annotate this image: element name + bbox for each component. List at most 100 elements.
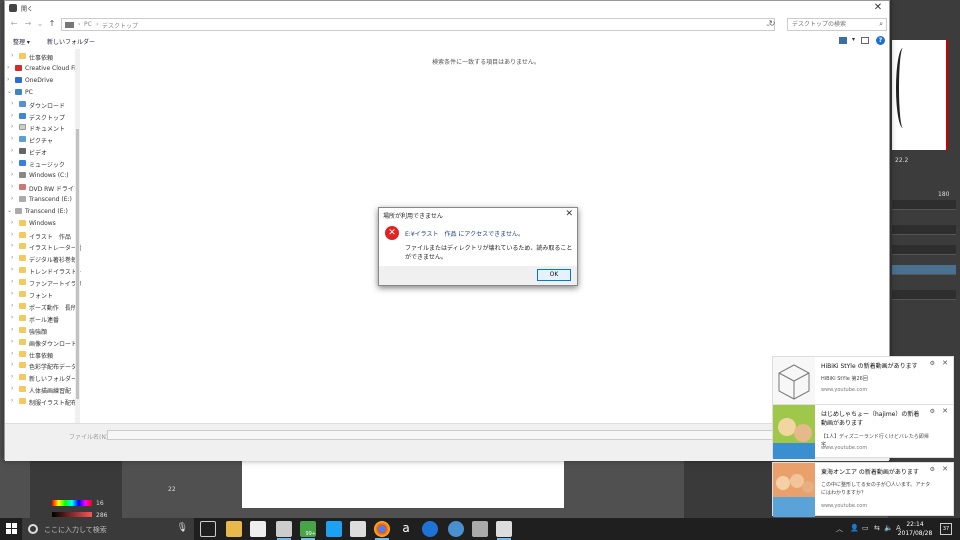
battery-icon[interactable]: ▭ (862, 524, 869, 532)
windows-start-icon[interactable] (6, 523, 17, 534)
collapsed-chevron-icon[interactable]: › (11, 302, 13, 309)
nav-item[interactable]: › ミュージック (5, 158, 81, 169)
nav-item[interactable]: › Transcend (E:) (5, 194, 81, 205)
close-button[interactable]: ✕ (871, 2, 885, 14)
bg-red-slider[interactable] (52, 512, 92, 517)
nav-item[interactable]: › デジタル著衫巻毎 (5, 253, 81, 264)
collapsed-chevron-icon[interactable]: › (11, 278, 13, 285)
recent-chevron-icon[interactable]: ⌄ (35, 19, 45, 29)
cortana-icon[interactable] (28, 524, 38, 534)
chrome-icon[interactable] (374, 521, 390, 540)
collapsed-chevron-icon[interactable]: › (7, 76, 9, 83)
collapsed-chevron-icon[interactable]: › (11, 147, 13, 154)
bg-layer-row[interactable] (892, 200, 956, 210)
nav-scrollbar-thumb[interactable] (76, 129, 79, 399)
collapsed-chevron-icon[interactable]: › (11, 350, 13, 357)
nav-item[interactable]: › デスクトップ (5, 111, 81, 122)
nav-item[interactable]: › フォント (5, 289, 81, 300)
nav-item[interactable]: › 色彩学配布データ (5, 360, 81, 371)
gear-icon[interactable]: ⚙ (930, 408, 935, 415)
collapsed-chevron-icon[interactable]: › (11, 123, 13, 130)
collapsed-chevron-icon[interactable]: › (7, 64, 9, 71)
nav-item[interactable]: › 仕事依頼 (5, 349, 81, 360)
organize-button[interactable]: 整理 ▾ (13, 37, 30, 46)
view-dropdown-icon[interactable]: ▾ (852, 36, 855, 43)
amazon-icon[interactable]: a (398, 521, 414, 537)
collapsed-chevron-icon[interactable]: › (11, 314, 13, 321)
nav-item[interactable]: › 制服イラスト配布 (5, 396, 81, 407)
notification-toast[interactable]: 東海オンエア の新着動画があります この中に整形してる女の子が〇人います。アナタ… (772, 462, 954, 517)
nav-item[interactable]: › ポーズ動作 長所 (5, 301, 81, 312)
forward-arrow-icon[interactable]: → (23, 19, 33, 29)
search-input[interactable] (788, 19, 872, 30)
collapsed-chevron-icon[interactable]: › (11, 52, 13, 59)
microphone-icon[interactable]: 🎙 (177, 523, 188, 533)
twitter-icon[interactable] (326, 521, 342, 537)
task-view-icon[interactable] (200, 521, 216, 537)
mail-icon[interactable] (350, 521, 366, 537)
nav-item[interactable]: › トレンドイラスト_長 (5, 265, 81, 276)
address-bar[interactable]: › PC › デスクトップ ⌄ (61, 18, 775, 31)
nav-item[interactable]: ⌄ PC (5, 87, 81, 98)
collapsed-chevron-icon[interactable]: › (11, 183, 13, 190)
ok-button[interactable]: OK (537, 269, 571, 281)
nav-item[interactable]: › ファンアートイラスト (5, 277, 81, 288)
collapsed-chevron-icon[interactable]: › (11, 254, 13, 261)
breadcrumb-desktop[interactable]: デスクトップ (102, 21, 138, 30)
volume-icon[interactable]: 🔈 (884, 524, 893, 532)
nav-scrollbar[interactable] (75, 49, 80, 423)
people-icon[interactable]: 👤 (850, 524, 859, 532)
collapsed-chevron-icon[interactable]: › (11, 242, 13, 249)
collapsed-chevron-icon[interactable]: › (11, 361, 13, 368)
expanded-chevron-icon[interactable]: ⌄ (7, 88, 12, 95)
action-center-icon[interactable]: 37 (940, 523, 952, 535)
collapsed-chevron-icon[interactable]: › (11, 159, 13, 166)
nav-item[interactable]: › Windows (C:) (5, 170, 81, 181)
bg-layer-row[interactable] (892, 290, 956, 300)
nav-item[interactable]: ⌄ Transcend (E:) (5, 206, 81, 217)
collapsed-chevron-icon[interactable]: › (11, 266, 13, 273)
search-box[interactable]: ⌕ (787, 18, 887, 31)
close-icon[interactable]: ✕ (942, 407, 948, 415)
filename-input[interactable] (107, 430, 787, 440)
app-icon[interactable] (472, 521, 488, 537)
collapsed-chevron-icon[interactable]: › (11, 171, 13, 178)
nav-item[interactable]: › ドキュメント (5, 122, 81, 133)
back-arrow-icon[interactable]: ← (9, 19, 19, 29)
close-icon[interactable]: ✕ (942, 465, 948, 473)
nav-item[interactable]: › 仕事依頼 (5, 51, 81, 62)
edge-icon[interactable] (422, 521, 438, 537)
app-icon[interactable] (448, 521, 464, 537)
view-options-icon[interactable] (839, 37, 847, 44)
new-folder-button[interactable]: 新しいフォルダー (47, 37, 95, 46)
nav-item[interactable]: › ダウンロード (5, 99, 81, 110)
collapsed-chevron-icon[interactable]: › (11, 219, 13, 226)
notification-toast[interactable]: HiBiKi StYle の新着動画があります HiBiKi StYle 第26… (772, 356, 954, 409)
collapsed-chevron-icon[interactable]: › (11, 100, 13, 107)
collapsed-chevron-icon[interactable]: › (11, 112, 13, 119)
store-icon[interactable] (250, 521, 266, 537)
close-icon[interactable]: ✕ (942, 359, 948, 367)
bg-layer-row-selected[interactable] (892, 265, 956, 275)
bg-hue-slider[interactable] (52, 500, 92, 506)
collapsed-chevron-icon[interactable]: › (11, 231, 13, 238)
app-icon[interactable] (276, 521, 292, 540)
expanded-chevron-icon[interactable]: ⌄ (7, 207, 12, 214)
drawing-app-icon[interactable] (496, 521, 512, 540)
network-icon[interactable]: ⇆ (874, 524, 880, 532)
file-explorer-icon[interactable] (226, 521, 242, 537)
nav-item[interactable]: › 画像ダウンロード (5, 337, 81, 348)
line-app-icon[interactable]: 99+ (300, 521, 316, 540)
collapsed-chevron-icon[interactable]: › (11, 290, 13, 297)
nav-item[interactable]: › Windows (5, 218, 81, 229)
help-icon[interactable]: ? (876, 36, 885, 45)
preview-pane-icon[interactable] (861, 37, 869, 44)
search-icon[interactable]: ⌕ (879, 20, 883, 29)
breadcrumb-pc[interactable]: PC (84, 21, 92, 28)
gear-icon[interactable]: ⚙ (930, 360, 935, 367)
nav-item[interactable]: › イラストレーター番号 (5, 241, 81, 252)
collapsed-chevron-icon[interactable]: › (11, 385, 13, 392)
nav-item[interactable]: › ボール連番 (5, 313, 81, 324)
nav-item[interactable]: › Creative Cloud Fil (5, 63, 81, 74)
collapsed-chevron-icon[interactable]: › (11, 135, 13, 142)
